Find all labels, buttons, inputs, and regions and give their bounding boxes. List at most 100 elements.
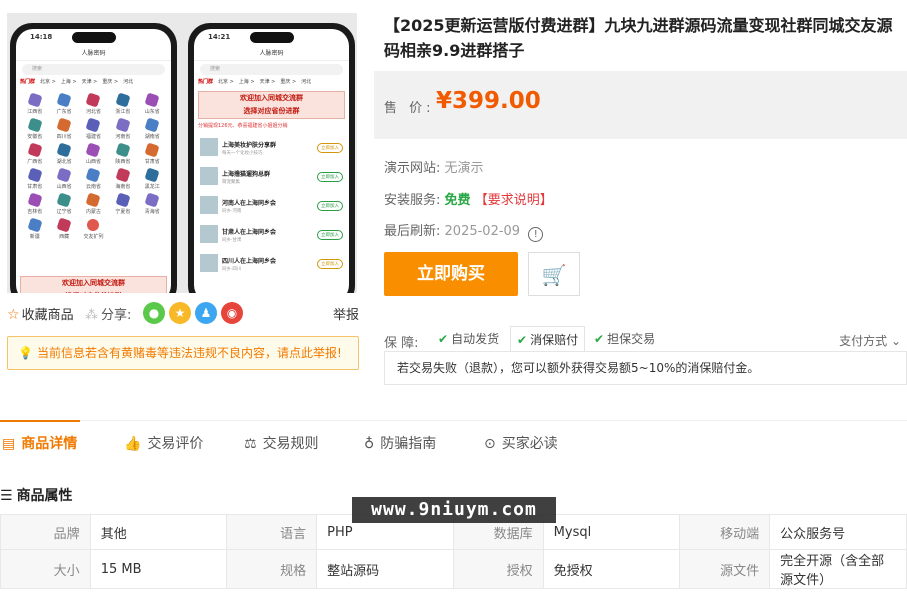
- wechat-icon[interactable]: ●: [143, 302, 165, 324]
- join-button: 立即加入: [317, 172, 343, 182]
- province-map-icon: [85, 167, 102, 183]
- qq-icon[interactable]: ♟: [195, 302, 217, 324]
- province-map-icon: [144, 192, 160, 208]
- compass-icon: ⊙: [484, 436, 496, 452]
- province-item: 山西省: [49, 167, 78, 193]
- province-map-icon: [85, 142, 102, 158]
- province-item: 浙江省: [108, 92, 137, 118]
- group-subtitle: 萌宠聚集: [222, 180, 240, 185]
- qzone-icon[interactable]: ★: [169, 302, 191, 324]
- province-item: 四川省: [49, 117, 78, 143]
- star-icon: ☆: [7, 307, 20, 323]
- buy-now-button[interactable]: 立即购买: [384, 252, 518, 296]
- phone-tab: 上海 >: [238, 79, 255, 85]
- phone-tab: 重庆 >: [280, 79, 297, 85]
- tab-consumer-protection[interactable]: ✔ 消保赔付: [510, 326, 586, 352]
- province-map-icon: [87, 219, 100, 231]
- province-map-icon: [27, 192, 43, 208]
- detail-tabs: ▤ 商品详情 👍 交易评价 ⚖ 交易规则 ♁ 防骗指南 ⊙ 买家必读: [0, 420, 907, 465]
- group-thumbnail: [200, 254, 218, 272]
- refresh-row: 最后刷新: 2025-02-09 !: [384, 220, 544, 242]
- tab-buyer-notice[interactable]: ⊙ 买家必读: [484, 433, 558, 453]
- province-item: 安徽省: [20, 117, 49, 143]
- phone-screenshot-2: 14:21 人脉密码 搜索 热门群 北京 > 上海 > 天津 > 重庆 > 河北 欢迎加入…: [188, 23, 355, 293]
- phone-tab: 上海 >: [60, 79, 77, 85]
- province-map-icon: [85, 92, 102, 108]
- share-icon: ⁂: [85, 308, 98, 323]
- phone-tab: 北京 >: [40, 79, 56, 85]
- province-item: 河北省: [79, 92, 108, 118]
- price-label: 售 价:: [384, 101, 435, 116]
- report-link[interactable]: 举报: [333, 304, 359, 323]
- province-map-icon: [56, 117, 72, 133]
- province-item: 青海省: [138, 192, 167, 218]
- bulb-icon: ♁: [364, 436, 375, 452]
- province-map-icon: [56, 167, 72, 183]
- install-requirements-link[interactable]: 【要求说明】: [475, 193, 553, 208]
- tab-auto-delivery[interactable]: ✔ 自动发货: [432, 326, 505, 352]
- group-thumbnail: [200, 167, 218, 185]
- phone-time: 14:18: [30, 33, 53, 41]
- province-item: 福建省: [79, 117, 108, 143]
- add-to-cart-button[interactable]: 🛒: [528, 252, 580, 296]
- province-map-icon: [27, 167, 43, 183]
- province-map-icon: [115, 92, 131, 108]
- favorite-button[interactable]: ☆ 收藏商品: [7, 304, 74, 323]
- check-icon: ✔: [438, 332, 449, 346]
- province-item: 吉林省: [20, 192, 49, 218]
- attribute-key: 规格: [226, 549, 318, 589]
- phone-title: 人脉密码: [194, 47, 349, 61]
- info-icon[interactable]: !: [528, 227, 544, 242]
- province-item: 新疆: [20, 217, 49, 243]
- payment-methods-dropdown[interactable]: 支付方式 ⌄: [839, 332, 901, 349]
- province-item: 西藏: [49, 217, 78, 243]
- group-subtitle: 每天一个化妆小技巧: [222, 151, 263, 156]
- province-grid: 江西省 广东省 河北省 浙江省 山东省 安徽省 四川省 福建省 河南省 湖南省 广西省 湖北省 山西省陕…: [20, 92, 167, 243]
- attribute-key: 授权: [452, 549, 544, 589]
- thumbs-up-icon: 👍: [124, 436, 142, 452]
- group-name: 甘肃人在上海同乡会: [222, 229, 277, 236]
- group-item: 上海撸猫遛狗总群 萌宠聚集 立即加入: [200, 164, 343, 192]
- product-image[interactable]: 14:18 人脉密码 搜索 热门群 北京 > 上海 > 天津 > 重庆 > 河北 江西省广…: [7, 13, 357, 293]
- attributes-title: ☰ 商品属性: [0, 488, 73, 504]
- price-value: ¥399.00: [436, 88, 541, 114]
- province-map-icon: [27, 217, 43, 233]
- join-button: 立即加入: [317, 143, 343, 153]
- tab-escrow[interactable]: ✔ 担保交易: [588, 326, 661, 352]
- phone-time: 14:21: [208, 33, 231, 41]
- weibo-icon[interactable]: ◉: [221, 302, 243, 324]
- demo-value: 无演示: [444, 161, 484, 176]
- phone-tab: 热门群: [20, 79, 36, 85]
- group-name: 上海撸猫遛狗总群: [222, 171, 271, 178]
- notice-text: 当前信息若含有黄赌毒等违法违规不良内容，请点此举报!: [36, 346, 342, 360]
- phone-search: 搜索: [200, 64, 343, 75]
- tab-reviews[interactable]: 👍 交易评价: [124, 433, 203, 453]
- group-name: 河南人在上海同乡会: [222, 200, 277, 207]
- favorite-label: 收藏商品: [21, 308, 74, 323]
- province-map-icon: [85, 192, 102, 208]
- province-item: 广东省: [49, 92, 78, 118]
- demo-label: 演示网站:: [384, 161, 441, 176]
- group-item: 甘肃人在上海同乡会 同乡·甘肃 立即加入: [200, 222, 343, 250]
- phone-tabs: 热门群 北京 > 上海 > 天津 > 重庆 > 河北: [198, 78, 345, 88]
- tab-trade-rules[interactable]: ⚖ 交易规则: [244, 433, 319, 453]
- attribute-value: 公众服务号: [769, 514, 907, 550]
- group-subtitle: 同乡·四川: [222, 267, 242, 272]
- demo-row: 演示网站: 无演示: [384, 157, 484, 176]
- province-item: 江西省: [20, 92, 49, 118]
- share-label: ⁂ 分享:: [85, 308, 132, 323]
- group-item: 河南人在上海同乡会 同乡·河南 立即加入: [200, 193, 343, 221]
- report-notice[interactable]: 💡 当前信息若含有黄赌毒等违法违规不良内容，请点此举报!: [7, 336, 359, 370]
- attribute-key: 语言: [226, 514, 318, 550]
- province-map-icon: [115, 192, 131, 208]
- attribute-value: 其他: [89, 514, 228, 550]
- province-map-icon: [144, 117, 160, 133]
- tab-product-details[interactable]: ▤ 商品详情: [2, 433, 77, 453]
- province-item: 交友扩列: [79, 218, 108, 243]
- cart-icon: 🛒: [541, 263, 567, 287]
- refresh-label: 最后刷新:: [384, 224, 441, 239]
- group-item: 上海美妆护肤分享群 每天一个化妆小技巧 立即加入: [200, 135, 343, 163]
- tab-anti-fraud[interactable]: ♁ 防骗指南: [364, 433, 436, 453]
- province-map-icon: [115, 167, 131, 183]
- attribute-value: 完全开源（含全部源文件）: [769, 549, 907, 589]
